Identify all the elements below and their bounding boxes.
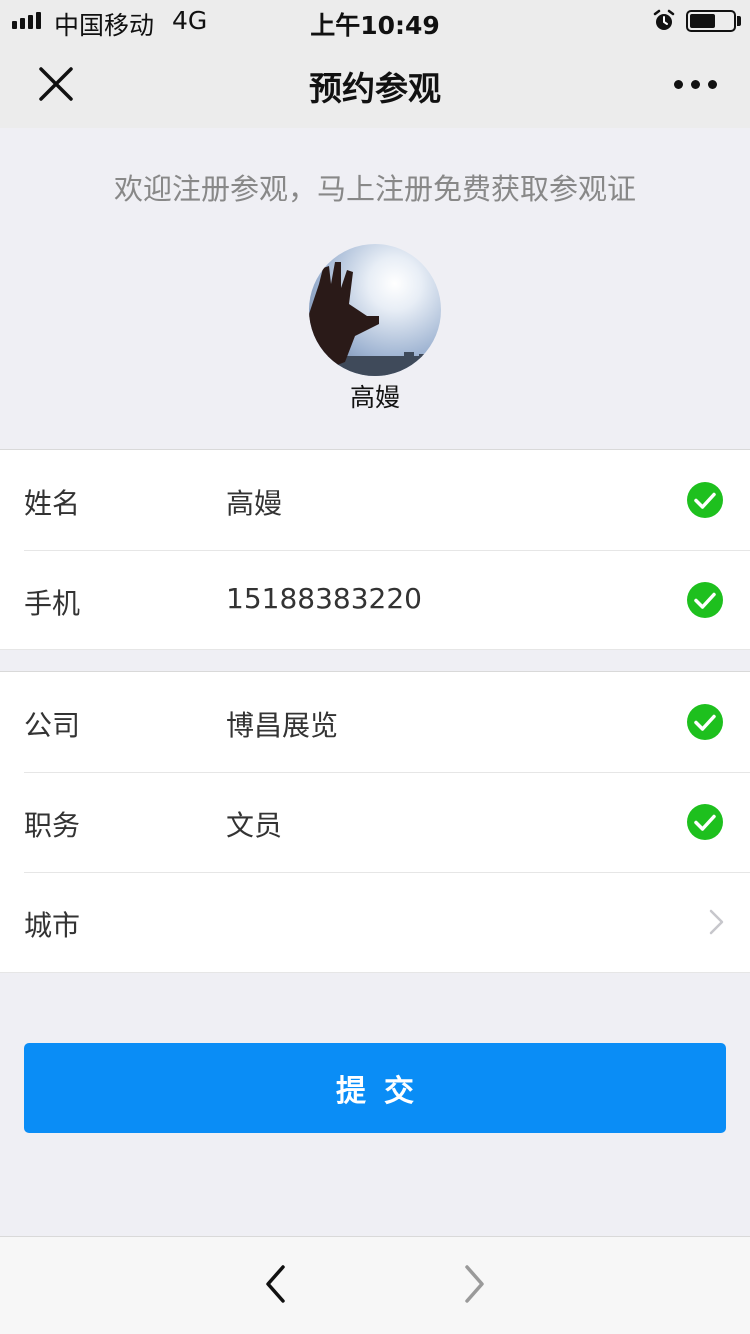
name-field[interactable]: 高嫚: [226, 482, 282, 522]
form-row-city[interactable]: 城市: [0, 872, 750, 972]
chevron-right-icon: [709, 909, 724, 935]
form-label: 手机: [24, 587, 81, 620]
phone-field[interactable]: 15188383220: [226, 582, 422, 615]
page: 中国移动 4G 上午10:49 预约参观 欢迎注册参观，马上注册免费获取参观证: [0, 0, 750, 1334]
check-icon: [687, 804, 723, 840]
bottom-toolbar: [0, 1236, 750, 1334]
form-row-position[interactable]: 职务 文员: [0, 772, 750, 872]
position-field[interactable]: 文员: [226, 804, 282, 844]
check-icon: [687, 582, 723, 618]
submit-button[interactable]: 提交: [24, 1043, 726, 1133]
form-group-contact: 姓名 高嫚 手机 15188383220: [0, 449, 750, 650]
page-title: 预约参观: [309, 69, 441, 108]
avatar: [309, 244, 441, 376]
more-icon: [673, 79, 683, 89]
status-bar: 中国移动 4G 上午10:49: [0, 0, 750, 40]
avatar-name: 高嫚: [349, 383, 400, 412]
more-button[interactable]: [660, 54, 730, 114]
form-group-work: 公司 博昌展览 职务 文员 城市: [0, 671, 750, 973]
status-time: 上午10:49: [310, 11, 440, 40]
company-field[interactable]: 博昌展览: [226, 704, 338, 744]
form-row-name[interactable]: 姓名 高嫚: [0, 450, 750, 550]
battery-icon: [686, 10, 736, 32]
check-icon: [687, 482, 723, 518]
back-arrow-icon[interactable]: [256, 1259, 296, 1309]
form-label: 姓名: [24, 487, 81, 520]
form-row-company[interactable]: 公司 博昌展览: [0, 672, 750, 772]
battery-level: [690, 14, 715, 28]
check-icon: [687, 704, 723, 740]
form-label: 城市: [24, 909, 81, 942]
welcome-text: 欢迎注册参观，马上注册免费获取参观证: [113, 172, 636, 206]
form-row-phone[interactable]: 手机 15188383220: [0, 550, 750, 650]
alarm-icon: [653, 9, 675, 30]
form-label: 职务: [24, 809, 81, 842]
nav-bar: 预约参观: [0, 40, 750, 128]
form-label: 公司: [24, 709, 81, 742]
avatar-image: [309, 244, 441, 376]
forward-arrow-icon[interactable]: [454, 1259, 494, 1309]
